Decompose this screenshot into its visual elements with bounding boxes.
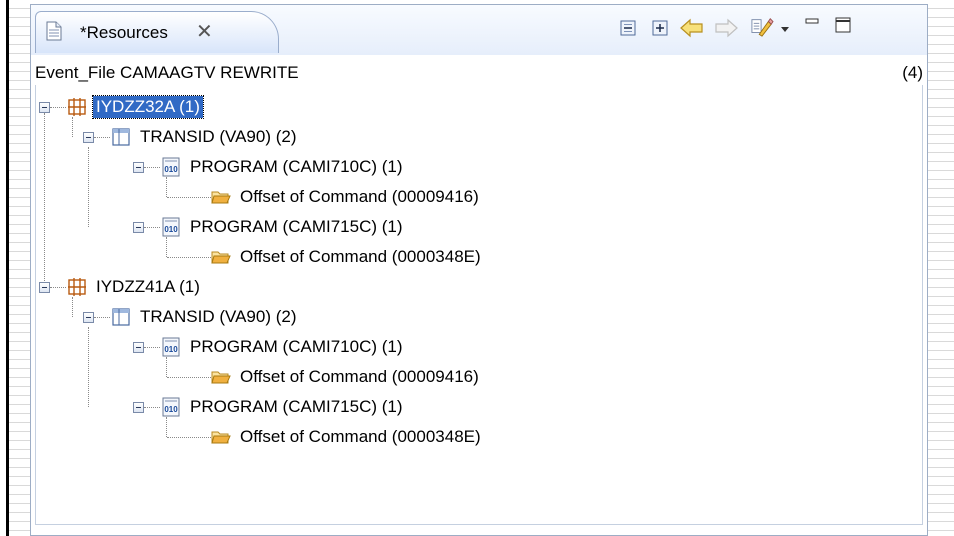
svg-text:010: 010 — [164, 225, 178, 234]
svg-text:010: 010 — [164, 405, 178, 414]
page-title: Event_File CAMAAGTV REWRITE — [35, 63, 299, 82]
svg-text:010: 010 — [164, 165, 178, 174]
view-toolbar — [611, 15, 927, 41]
tree-connector-vertical — [166, 417, 167, 437]
view-tab-bar: *Resources ✕ — [31, 5, 927, 56]
folder-icon — [211, 251, 231, 264]
folder-icon — [211, 371, 231, 384]
view-menu-chevron-icon[interactable] — [779, 17, 791, 39]
tree-node-label: IYDZZ41A (1) — [96, 277, 200, 296]
resource-grid-icon — [68, 98, 86, 116]
tree-connector-vertical — [72, 297, 73, 317]
tab-label: *Resources — [80, 23, 168, 42]
tree-node-label: Offset of Command (0000348E) — [240, 247, 481, 266]
collapse-toggle-icon[interactable] — [39, 282, 50, 293]
tree-node-program[interactable]: 010 PROGRAM (CAMI715C) (1) — [161, 214, 406, 240]
tree-connector-horizontal — [144, 167, 160, 168]
collapse-toggle-icon[interactable] — [83, 132, 94, 143]
tree-node-label: Offset of Command (0000348E) — [240, 427, 481, 446]
binary-program-icon: 010 — [162, 217, 180, 237]
tree-node-offset[interactable]: Offset of Command (00009416) — [211, 364, 482, 390]
tree-connector-horizontal — [94, 317, 110, 318]
tree-node-transid[interactable]: TRANSID (VA90) (2) — [111, 304, 300, 330]
folder-icon — [211, 191, 231, 204]
tree-connector-horizontal — [50, 287, 66, 288]
tree-connector-vertical — [88, 327, 89, 407]
back-arrow-icon[interactable] — [679, 17, 705, 39]
folder-icon — [211, 431, 231, 444]
tree-connector-vertical — [72, 117, 73, 137]
tree-connector-horizontal — [167, 257, 211, 258]
resources-view: *Resources ✕ Event_File CAMAAGTV REWRITE… — [30, 4, 928, 536]
resource-grid-icon — [68, 278, 86, 296]
tree-connector-horizontal — [167, 197, 211, 198]
tab-resources[interactable]: *Resources ✕ — [35, 11, 279, 53]
collapse-toggle-icon[interactable] — [133, 162, 144, 173]
binary-program-icon: 010 — [162, 157, 180, 177]
resource-tree[interactable]: IYDZZ32A (1) TRANSID (VA90) (2) 010 PROGRAM… — [31, 85, 927, 535]
collapse-toggle-icon[interactable] — [133, 402, 144, 413]
close-icon[interactable]: ✕ — [196, 19, 213, 44]
forward-arrow-icon[interactable] — [713, 17, 739, 39]
tree-node-label: PROGRAM (CAMI710C) (1) — [190, 337, 403, 356]
tree-node-offset[interactable]: Offset of Command (0000348E) — [211, 244, 484, 270]
collapse-toggle-icon[interactable] — [83, 312, 94, 323]
tree-node-offset[interactable]: Offset of Command (00009416) — [211, 184, 482, 210]
binary-program-icon: 010 — [162, 337, 180, 357]
collapse-toggle-icon[interactable] — [133, 222, 144, 233]
collapse-toggle-icon[interactable] — [39, 102, 50, 113]
tree-node-transid[interactable]: TRANSID (VA90) (2) — [111, 124, 300, 150]
tree-node-label: Offset of Command (00009416) — [240, 367, 479, 386]
filter-icon[interactable] — [749, 16, 775, 38]
tree-node-resource[interactable]: IYDZZ41A (1) — [67, 274, 203, 300]
document-icon — [46, 21, 62, 41]
tree-connector-horizontal — [94, 137, 110, 138]
window-edge — [0, 0, 9, 536]
table-icon — [112, 308, 130, 326]
tree-node-label: PROGRAM (CAMI715C) (1) — [190, 397, 403, 416]
collapse-toggle-icon[interactable] — [133, 342, 144, 353]
tree-node-offset[interactable]: Offset of Command (0000348E) — [211, 424, 484, 450]
tree-node-label: IYDZZ32A (1) — [92, 95, 204, 119]
tree-node-label: PROGRAM (CAMI715C) (1) — [190, 217, 403, 236]
tree-connector-vertical — [44, 113, 45, 281]
tree-connector-horizontal — [144, 407, 160, 408]
tree-connector-horizontal — [50, 107, 66, 108]
table-icon — [112, 128, 130, 146]
maximize-icon[interactable] — [833, 15, 853, 37]
tree-node-label: TRANSID (VA90) (2) — [140, 307, 297, 326]
result-count: (4) — [902, 63, 923, 82]
tree-node-program[interactable]: 010 PROGRAM (CAMI715C) (1) — [161, 394, 406, 420]
tree-node-program[interactable]: 010 PROGRAM (CAMI710C) (1) — [161, 154, 406, 180]
tree-node-program[interactable]: 010 PROGRAM (CAMI710C) (1) — [161, 334, 406, 360]
tree-connector-vertical — [166, 357, 167, 377]
view-header: Event_File CAMAAGTV REWRITE (4) — [31, 55, 927, 85]
binary-program-icon: 010 — [162, 397, 180, 417]
tree-connector-vertical — [88, 147, 89, 227]
tree-connector-vertical — [166, 237, 167, 257]
tree-connector-horizontal — [167, 377, 211, 378]
tree-node-resource[interactable]: IYDZZ32A (1) — [67, 94, 204, 120]
tree-connector-vertical — [166, 177, 167, 197]
tree-connector-horizontal — [144, 347, 160, 348]
tree-node-label: PROGRAM (CAMI710C) (1) — [190, 157, 403, 176]
tree-node-label: TRANSID (VA90) (2) — [140, 127, 297, 146]
tree-connector-horizontal — [167, 437, 211, 438]
minimize-icon[interactable] — [803, 15, 821, 37]
collapse-all-icon[interactable] — [617, 17, 639, 39]
svg-text:010: 010 — [164, 345, 178, 354]
tree-node-label: Offset of Command (00009416) — [240, 187, 479, 206]
expand-all-icon[interactable] — [649, 17, 671, 39]
tree-connector-horizontal — [144, 227, 160, 228]
